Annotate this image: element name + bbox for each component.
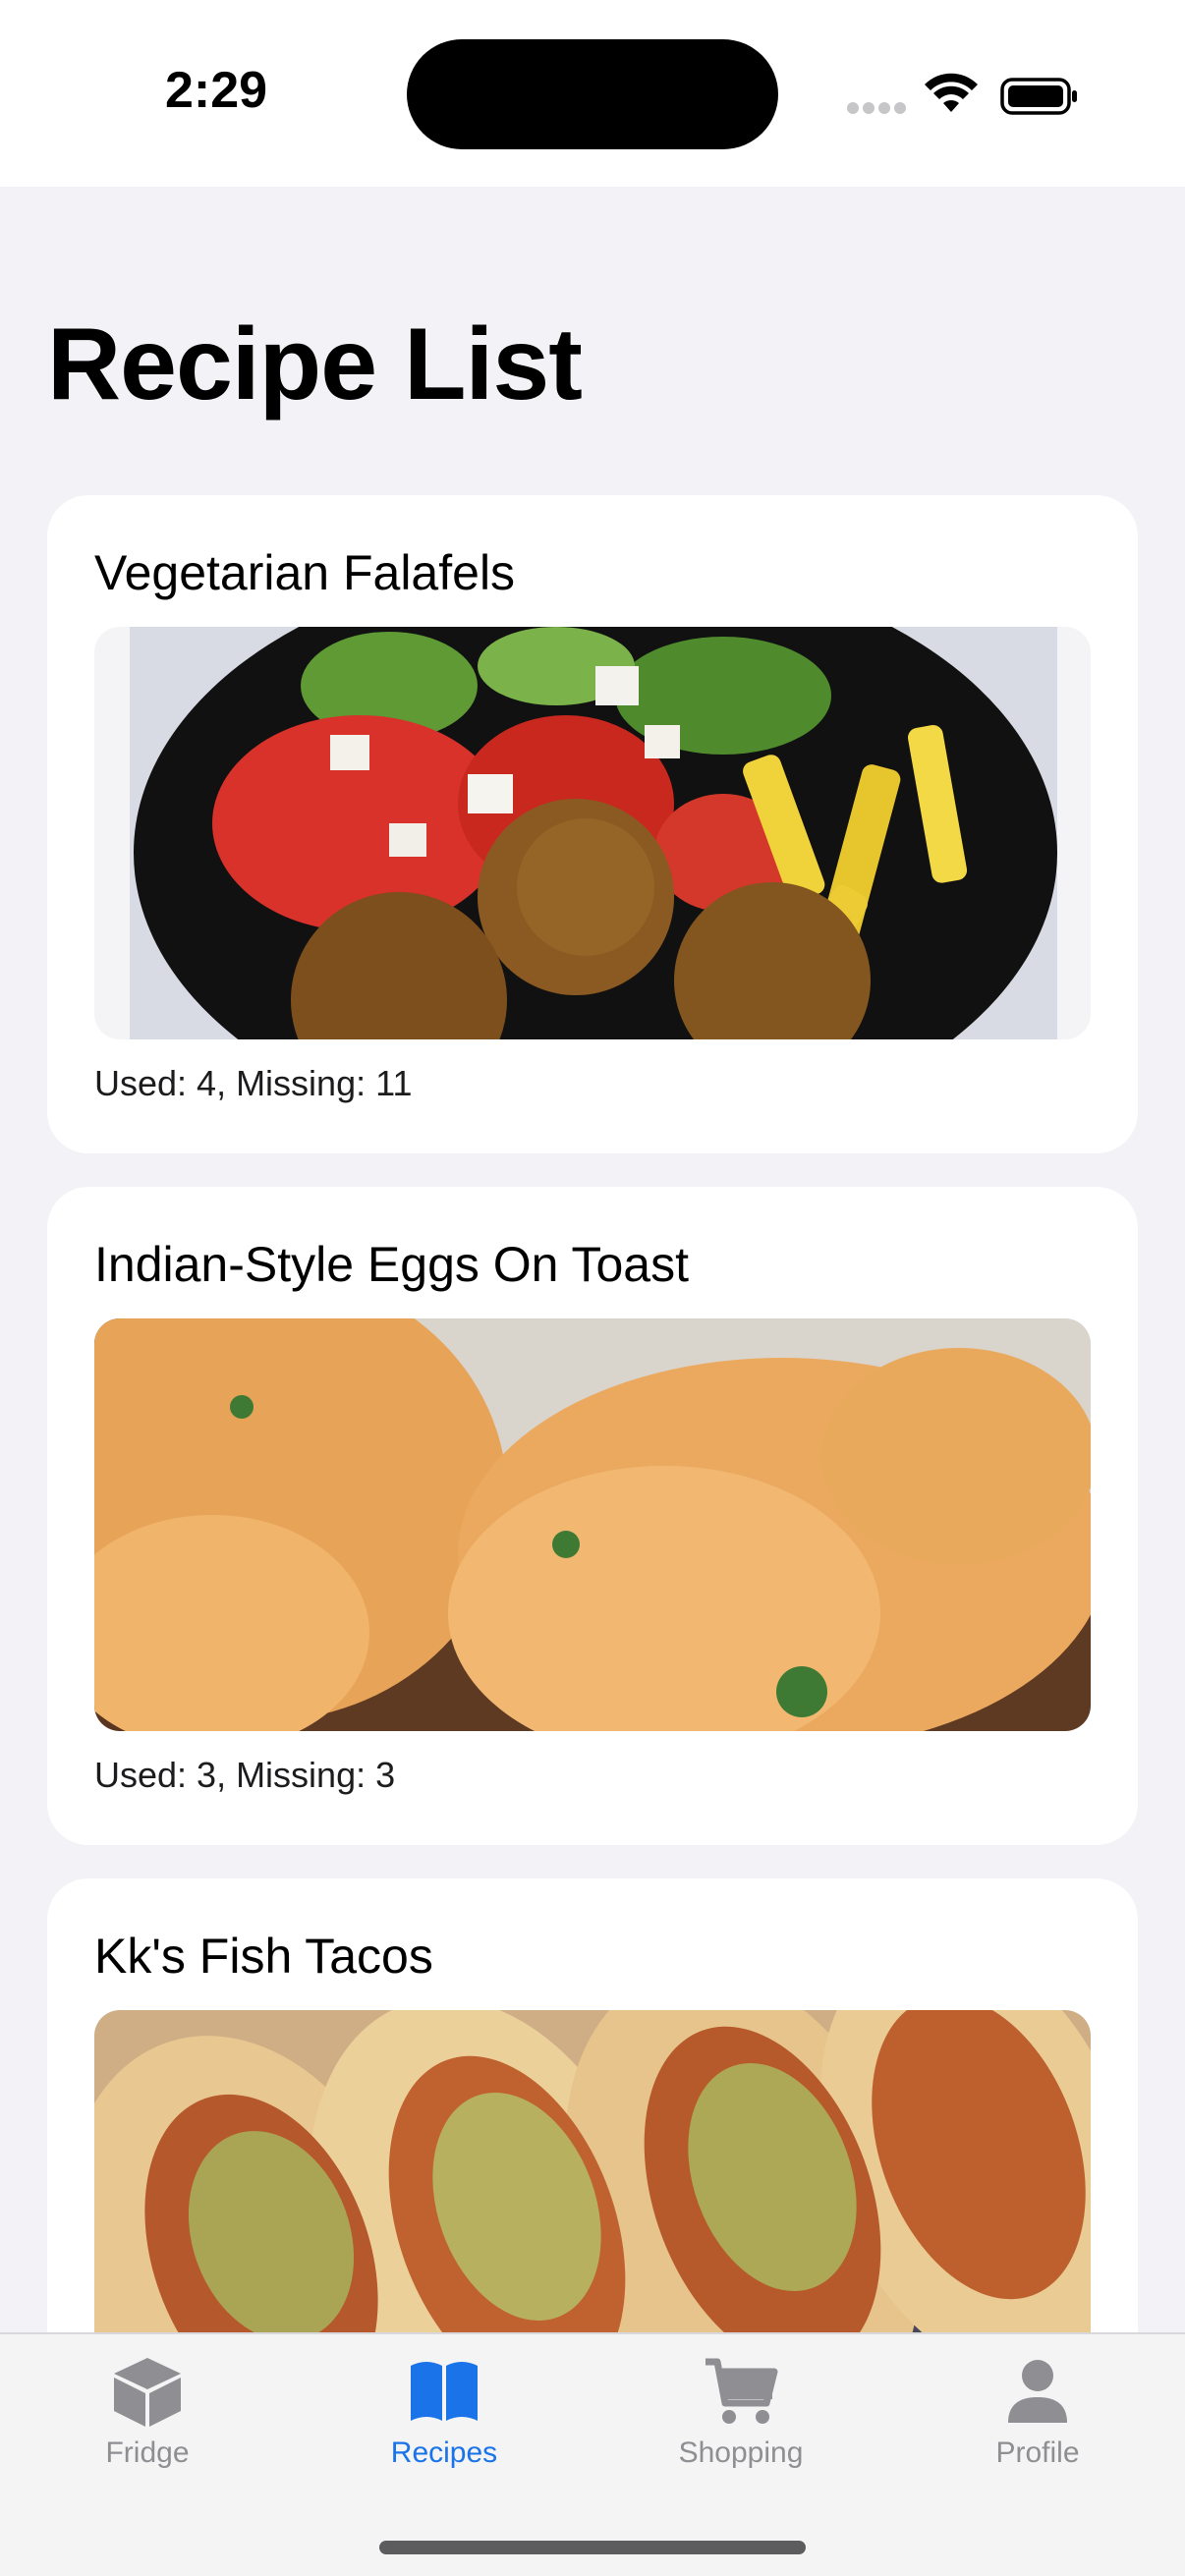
tab-label: Shopping: [678, 2436, 804, 2469]
tab-fridge[interactable]: Fridge: [39, 2352, 255, 2499]
falafel-plate-photo: [94, 627, 1091, 1039]
wifi-icon: [925, 73, 978, 112]
box-icon: [114, 2358, 181, 2427]
tab-label: Fridge: [105, 2436, 190, 2469]
fish-tacos-photo: [94, 2010, 1091, 2332]
status-time: 2:29: [165, 62, 268, 119]
home-indicator[interactable]: [379, 2541, 806, 2554]
eggs-on-toast-photo: [94, 1318, 1091, 1731]
tab-recipes[interactable]: Recipes: [336, 2352, 552, 2499]
dynamic-island: [407, 39, 778, 149]
recipe-ingredient-counts: Used: 4, Missing: 11: [94, 1063, 413, 1103]
tab-shopping[interactable]: Shopping: [633, 2352, 849, 2499]
battery-icon: [1000, 78, 1077, 115]
book-icon: [411, 2362, 478, 2421]
status-bar: 2:29: [0, 0, 1185, 187]
person-icon: [1008, 2360, 1067, 2423]
cart-icon: [705, 2358, 778, 2424]
tab-profile[interactable]: Profile: [930, 2352, 1146, 2499]
recipe-card[interactable]: Vegetarian Falafels Used: 4, Missing: 11: [47, 495, 1138, 1153]
page-title: Recipe List: [47, 308, 583, 421]
tab-label: Recipes: [390, 2436, 498, 2469]
recipe-title: Vegetarian Falafels: [94, 545, 516, 600]
recipe-ingredient-counts: Used: 3, Missing: 3: [94, 1755, 396, 1795]
tab-label: Profile: [995, 2436, 1080, 2469]
recipe-title: Kk's Fish Tacos: [94, 1929, 433, 1984]
tab-bar: Fridge Recipes Shopping Profile: [0, 2332, 1185, 2576]
recipe-title: Indian-Style Eggs On Toast: [94, 1237, 689, 1292]
recipe-card[interactable]: Kk's Fish Tacos: [47, 1878, 1138, 2332]
recipe-card[interactable]: Indian-Style Eggs On Toast Used: 3, Miss…: [47, 1187, 1138, 1845]
recipe-list-scroll[interactable]: Recipe List Vegetarian Falafels Used: 4,…: [0, 187, 1185, 2332]
cellular-signal-icon: [847, 102, 908, 116]
